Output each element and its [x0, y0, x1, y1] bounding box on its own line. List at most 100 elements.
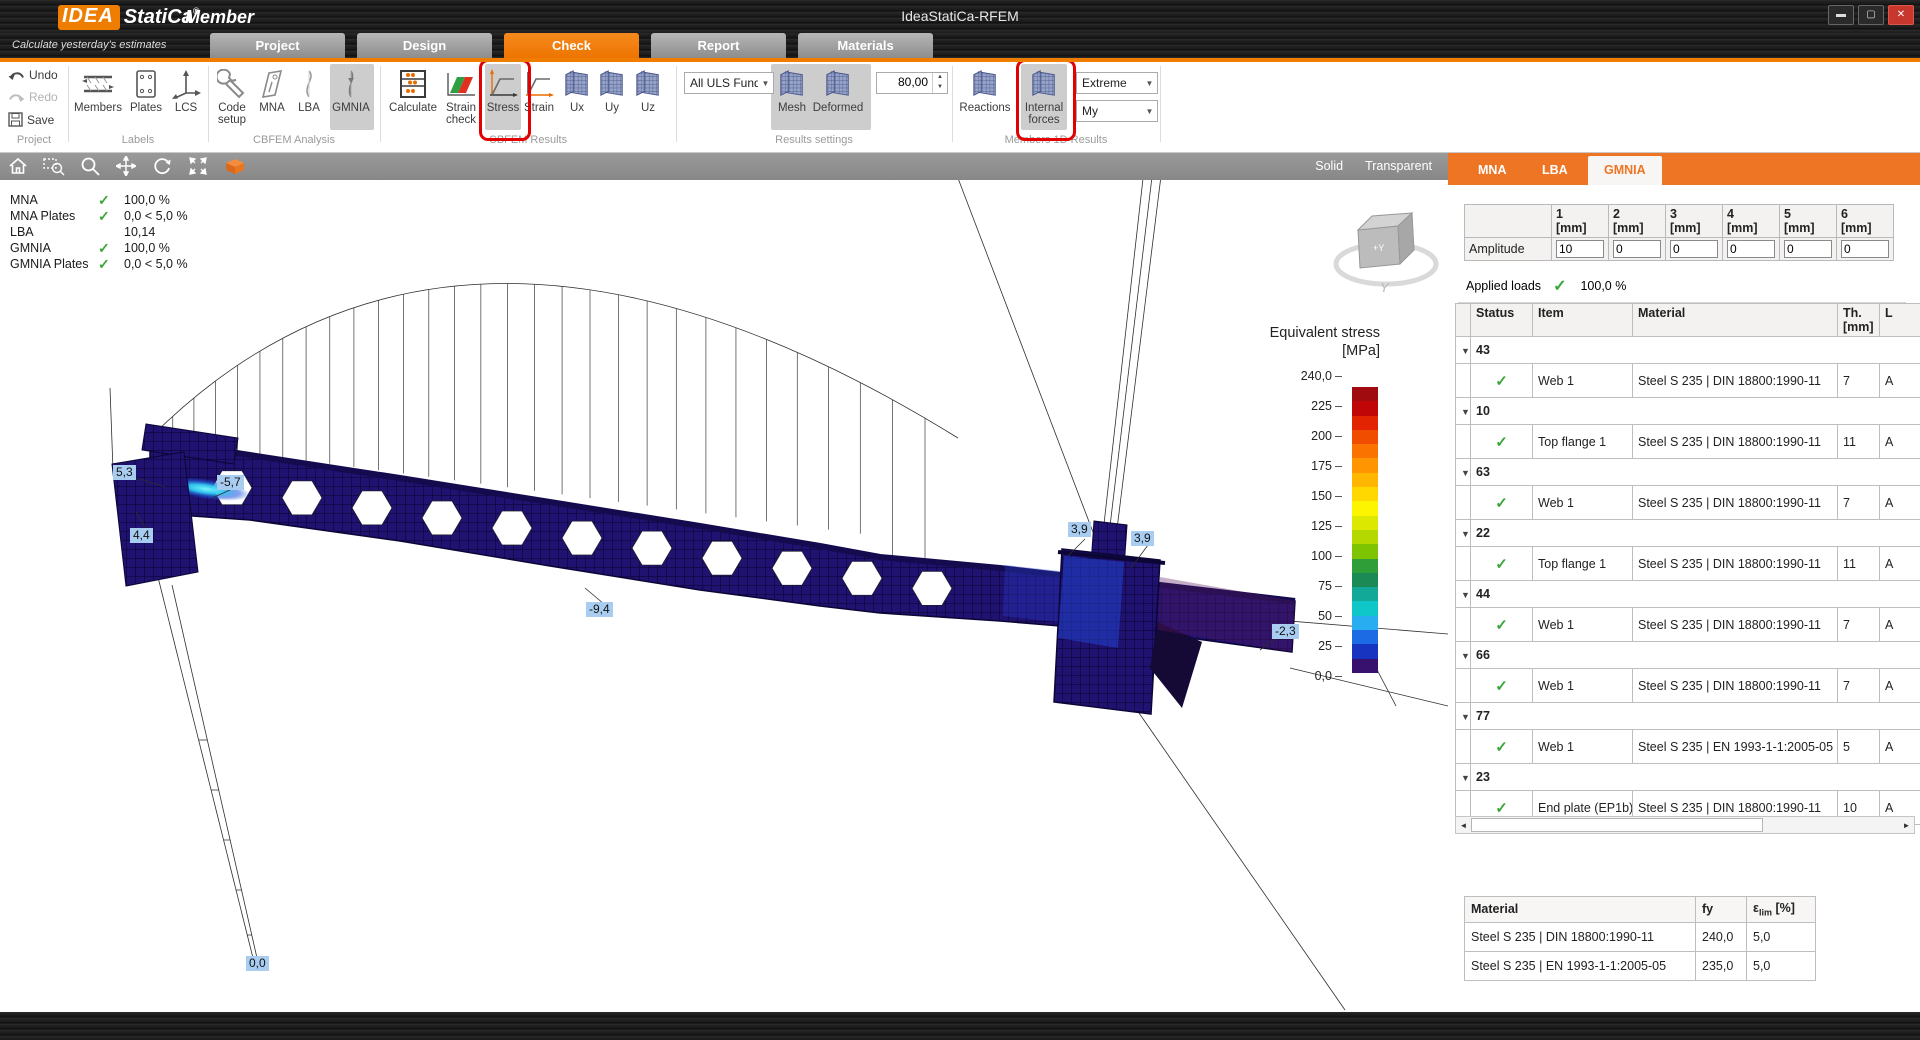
amplitude-input-6[interactable] [1841, 240, 1889, 258]
fit-view-icon[interactable] [180, 153, 216, 179]
group-caption-members-1d-results: Members 1D Results [1005, 134, 1108, 150]
reactions-button[interactable]: Reactions [957, 67, 1013, 114]
tab-check[interactable]: Check [504, 33, 639, 58]
collapse-icon[interactable]: ▼ [1461, 590, 1470, 600]
model-viewport[interactable]: Solid Transparent MNA✓100,0 % MNA Plates… [0, 152, 1456, 1012]
legend-tick: 175 [1284, 459, 1342, 473]
amplitude-input-2[interactable] [1613, 240, 1661, 258]
mesh-button[interactable]: Mesh [773, 67, 811, 114]
mna-icon [261, 67, 283, 101]
member-group-row[interactable]: ▼66 [1456, 642, 1920, 669]
amplitude-input-5[interactable] [1784, 240, 1832, 258]
collapse-icon[interactable]: ▼ [1461, 529, 1470, 539]
navigation-cube[interactable]: +Y Y [1330, 208, 1442, 296]
gmnia-button[interactable]: GMNIA [330, 67, 372, 114]
ux-button[interactable]: Ux [562, 67, 592, 114]
transparent-mode-button[interactable]: Transparent [1365, 159, 1432, 173]
collapse-icon[interactable]: ▼ [1461, 651, 1470, 661]
spinner-down-icon[interactable]: ▼ [933, 83, 947, 93]
collapse-icon[interactable]: ▼ [1461, 407, 1470, 417]
calculate-icon [398, 67, 428, 101]
scrollbar-thumb[interactable] [1471, 818, 1763, 832]
collapse-icon[interactable]: ▼ [1461, 346, 1470, 356]
extreme-combobox[interactable]: Extreme ▼ [1076, 72, 1158, 94]
member-group-row[interactable]: ▼23 [1456, 764, 1920, 791]
amplitude-input-3[interactable] [1670, 240, 1718, 258]
maximize-button[interactable]: ▢ [1858, 5, 1884, 25]
status-label: MNA [10, 193, 98, 207]
solid-mode-button[interactable]: Solid [1315, 159, 1343, 173]
calculate-button[interactable]: Calculate [387, 67, 439, 114]
status-value: 10,14 [124, 225, 155, 239]
material-row[interactable]: Steel S 235 | EN 1993-1-1:2005-05 235,0 … [1465, 951, 1816, 980]
collapse-icon[interactable]: ▼ [1461, 712, 1470, 722]
collapse-icon[interactable]: ▼ [1461, 468, 1470, 478]
plate-result-row[interactable]: ✓Top flange 1Steel S 235 | DIN 18800:199… [1456, 547, 1920, 581]
zoom-window-icon[interactable] [36, 153, 72, 179]
tab-materials[interactable]: Materials [798, 33, 933, 58]
lba-button[interactable]: LBA [292, 67, 326, 114]
deformation-scale-spinner[interactable]: 80,00 ▲▼ [876, 72, 948, 94]
legend-tick: 240,0 [1284, 369, 1342, 383]
legend-tick: 25 [1284, 639, 1342, 653]
members-button[interactable]: Members [72, 67, 124, 114]
code-setup-button[interactable]: Code setup [210, 67, 254, 126]
member-group-row[interactable]: ▼10 [1456, 398, 1920, 425]
stress-button[interactable]: Stress [485, 67, 521, 114]
collapse-icon[interactable]: ▼ [1461, 773, 1470, 783]
member-group-row[interactable]: ▼43 [1456, 337, 1920, 364]
tab-report[interactable]: Report [651, 33, 786, 58]
undo-icon [8, 69, 25, 82]
material-table: Material fy εlim [%] Steel S 235 | DIN 1… [1464, 896, 1816, 981]
plate-result-row[interactable]: ✓Web 1Steel S 235 | DIN 18800:1990-117A [1456, 486, 1920, 520]
result-value-label: 3,9 [1131, 531, 1154, 546]
plate-result-row[interactable]: ✓Web 1Steel S 235 | EN 1993-1-1:2005-055… [1456, 730, 1920, 764]
component-combobox[interactable]: My ▼ [1076, 100, 1158, 122]
brick-icon[interactable] [216, 153, 252, 179]
zoom-icon[interactable] [72, 153, 108, 179]
tab-project[interactable]: Project [210, 33, 345, 58]
check-icon: ✓ [98, 240, 124, 257]
scroll-right-icon[interactable]: ► [1899, 821, 1914, 830]
lcs-button[interactable]: LCS [169, 67, 203, 114]
tab-gmnia[interactable]: GMNIA [1588, 156, 1662, 185]
ribbon: Undo Redo Save Members Plates LCS Code s… [0, 62, 1920, 153]
material-row[interactable]: Steel S 235 | DIN 18800:1990-11 240,0 5,… [1465, 922, 1816, 951]
internal-forces-button[interactable]: Internal forces [1020, 67, 1068, 126]
undo-button[interactable]: Undo [8, 68, 58, 82]
scroll-left-icon[interactable]: ◄ [1456, 821, 1471, 830]
mna-button[interactable]: MNA [254, 67, 290, 114]
strain-button[interactable]: Strain [521, 67, 557, 114]
strain-check-button[interactable]: Strain check [439, 67, 483, 126]
minimize-button[interactable]: ▬ [1828, 5, 1854, 25]
plate-result-row[interactable]: ✓Web 1Steel S 235 | DIN 18800:1990-117A [1456, 364, 1920, 398]
tab-design[interactable]: Design [357, 33, 492, 58]
close-button[interactable]: ✕ [1888, 5, 1914, 25]
plate-result-row[interactable]: ✓Web 1Steel S 235 | DIN 18800:1990-117A [1456, 669, 1920, 703]
plates-button[interactable]: Plates [125, 67, 167, 114]
tab-mna[interactable]: MNA [1462, 156, 1522, 185]
horizontal-scrollbar[interactable]: ◄ ► [1455, 816, 1915, 834]
uz-button[interactable]: Uz [633, 67, 663, 114]
plate-result-row[interactable]: ✓Web 1Steel S 235 | DIN 18800:1990-117A [1456, 608, 1920, 642]
view-toolbar: Solid Transparent [0, 152, 1448, 180]
plate-result-row[interactable]: ✓Top flange 1Steel S 235 | DIN 18800:199… [1456, 425, 1920, 459]
member-group-row[interactable]: ▼22 [1456, 520, 1920, 547]
member-group-row[interactable]: ▼44 [1456, 581, 1920, 608]
load-case-combobox[interactable]: All ULS Fund ▼ [684, 72, 774, 94]
deformed-button[interactable]: Deformed [811, 67, 865, 114]
home-view-icon[interactable] [0, 153, 36, 179]
amplitude-input-1[interactable] [1556, 240, 1604, 258]
member-group-row[interactable]: ▼63 [1456, 459, 1920, 486]
cube-axis-front: +Y [1373, 243, 1384, 253]
redo-button[interactable]: Redo [8, 90, 58, 104]
save-button[interactable]: Save [8, 112, 54, 127]
rotate-icon[interactable] [144, 153, 180, 179]
spinner-up-icon[interactable]: ▲ [933, 73, 947, 83]
tab-lba[interactable]: LBA [1526, 156, 1584, 185]
amplitude-input-4[interactable] [1727, 240, 1775, 258]
uy-button[interactable]: Uy [597, 67, 627, 114]
status-label: GMNIA [10, 241, 98, 255]
pan-icon[interactable] [108, 153, 144, 179]
member-group-row[interactable]: ▼77 [1456, 703, 1920, 730]
